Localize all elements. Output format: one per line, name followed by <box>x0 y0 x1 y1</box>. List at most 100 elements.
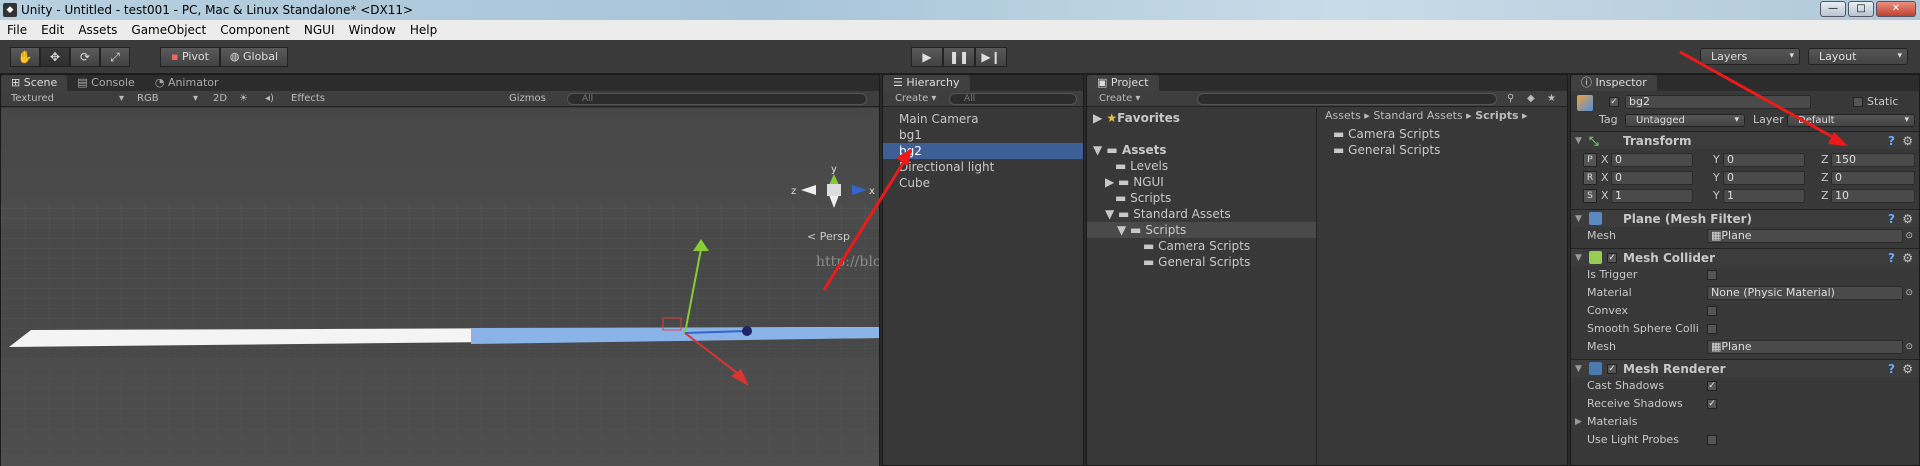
collider-mesh-field[interactable]: ▦Plane <box>1707 340 1903 354</box>
filter-type-icon[interactable]: ⚲ <box>1507 91 1514 106</box>
tab-console[interactable]: ▤ Console <box>67 75 145 91</box>
gizmos-dropdown[interactable]: Gizmos <box>509 91 546 106</box>
help-icon[interactable]: ? <box>1888 132 1895 150</box>
hierarchy-item-selected[interactable]: bg2 <box>883 143 1083 159</box>
move-gizmo-z-arrow-icon[interactable] <box>742 326 752 336</box>
play-button[interactable]: ▶ <box>911 47 943 67</box>
rotate-tool-icon[interactable]: ⟳ <box>70 47 100 67</box>
close-button[interactable]: ✕ <box>1876 1 1916 17</box>
audio-icon[interactable]: ◂) <box>265 91 274 106</box>
layers-dropdown[interactable]: Layers <box>1700 48 1800 65</box>
materials-row[interactable]: ▶ Materials <box>1571 413 1919 431</box>
menu-component[interactable]: Component <box>213 23 297 37</box>
object-picker-icon[interactable]: ⊙ <box>1905 227 1913 245</box>
layer-dropdown[interactable]: Default <box>1787 114 1915 127</box>
mesh-filter-mesh-field[interactable]: ▦Plane <box>1707 229 1903 243</box>
gear-icon[interactable]: ⚙ <box>1902 249 1913 267</box>
tree-folder-general-scripts[interactable]: ▬ General Scripts <box>1087 254 1250 270</box>
menu-edit[interactable]: Edit <box>34 23 71 37</box>
hierarchy-create-dropdown[interactable]: Create ▾ <box>895 91 936 106</box>
move-tool-icon[interactable]: ✥ <box>40 47 70 67</box>
hierarchy-search-input[interactable]: All <box>949 93 1077 105</box>
gear-icon[interactable]: ⚙ <box>1902 360 1913 378</box>
cast-shadows-checkbox[interactable]: ✓ <box>1707 381 1717 391</box>
tag-dropdown[interactable]: Untagged <box>1625 114 1745 127</box>
rotation-x-field[interactable]: 0 <box>1611 171 1693 185</box>
tab-project[interactable]: ▣ Project <box>1087 75 1159 91</box>
tree-folder-camera-scripts[interactable]: ▬ Camera Scripts <box>1087 238 1250 254</box>
hierarchy-item[interactable]: Cube <box>883 175 1083 191</box>
object-picker-icon[interactable]: ⊙ <box>1905 338 1913 356</box>
hierarchy-item[interactable]: Main Camera <box>883 111 1083 127</box>
rotation-reset-button[interactable]: R <box>1583 171 1597 185</box>
menu-file[interactable]: File <box>0 23 34 37</box>
help-icon[interactable]: ? <box>1888 360 1895 378</box>
scene-viewport[interactable]: y z x < Persp http://blog.csdn.net/subsy… <box>1 108 879 466</box>
filter-label-icon[interactable]: ◆ <box>1527 91 1535 106</box>
favorites-folder[interactable]: ▶ ★Favorites <box>1087 110 1180 126</box>
maximize-button[interactable]: □ <box>1848 1 1874 17</box>
favorite-star-icon[interactable]: ★ <box>1547 91 1556 106</box>
fold-arrow-icon[interactable]: ▼ <box>1575 132 1582 150</box>
scale-reset-button[interactable]: S <box>1583 189 1597 203</box>
breadcrumb-standard-assets[interactable]: Standard Assets <box>1373 109 1462 122</box>
rotation-z-field[interactable]: 0 <box>1831 171 1915 185</box>
tree-folder-levels[interactable]: ▬ Levels <box>1087 158 1168 174</box>
tab-animator[interactable]: ◔ Animator <box>144 75 229 91</box>
menu-ngui[interactable]: NGUI <box>297 23 342 37</box>
position-z-field[interactable]: 150 <box>1831 153 1915 167</box>
scene-search-input[interactable]: All <box>567 93 867 105</box>
object-name-field[interactable]: bg2 <box>1625 95 1811 109</box>
receive-shadows-checkbox[interactable]: ✓ <box>1707 399 1717 409</box>
menu-window[interactable]: Window <box>342 23 403 37</box>
hand-tool-icon[interactable]: ✋ <box>10 47 40 67</box>
static-checkbox[interactable] <box>1853 97 1863 107</box>
minimize-button[interactable]: — <box>1820 1 1846 17</box>
scale-y-field[interactable]: 1 <box>1723 189 1805 203</box>
tree-folder-scripts[interactable]: ▬ Scripts <box>1087 190 1171 206</box>
menu-assets[interactable]: Assets <box>71 23 124 37</box>
mesh-collider-enabled-checkbox[interactable]: ✓ <box>1607 253 1617 263</box>
tab-scene[interactable]: ⊞ Scene <box>1 75 68 91</box>
pause-button[interactable]: ❚❚ <box>943 47 975 67</box>
mesh-filter-header[interactable]: ▼ Plane (Mesh Filter) ? ⚙ <box>1571 209 1919 227</box>
tree-folder-standard-assets[interactable]: ▼ ▬ Standard Assets <box>1087 206 1231 222</box>
tab-inspector[interactable]: ⓘ Inspector <box>1571 75 1657 91</box>
smooth-sphere-checkbox[interactable] <box>1707 324 1717 334</box>
breadcrumb-assets[interactable]: Assets <box>1325 109 1361 122</box>
physic-material-field[interactable]: None (Physic Material) <box>1707 286 1903 300</box>
assets-folder[interactable]: ▼ ▬ Assets <box>1087 142 1167 158</box>
rotation-y-field[interactable]: 0 <box>1723 171 1805 185</box>
effects-dropdown[interactable]: Effects <box>291 91 325 106</box>
menu-help[interactable]: Help <box>403 23 444 37</box>
position-x-field[interactable]: 0 <box>1611 153 1693 167</box>
gear-icon[interactable]: ⚙ <box>1902 210 1913 228</box>
mesh-renderer-header[interactable]: ▼ ✓ Mesh Renderer ? ⚙ <box>1571 359 1919 377</box>
pivot-button[interactable]: ▪ Pivot <box>160 47 220 67</box>
tree-folder-scripts-selected[interactable]: ▼ ▬ Scripts <box>1087 222 1316 238</box>
fold-arrow-icon[interactable]: ▼ <box>1575 249 1582 267</box>
fold-arrow-icon[interactable]: ▼ <box>1575 210 1582 228</box>
scale-x-field[interactable]: 1 <box>1611 189 1693 203</box>
help-icon[interactable]: ? <box>1888 210 1895 228</box>
file-camera-scripts[interactable]: ▬ Camera Scripts <box>1333 126 1440 142</box>
lighting-icon[interactable]: ☀ <box>239 91 248 106</box>
file-general-scripts[interactable]: ▬ General Scripts <box>1333 142 1440 158</box>
object-picker-icon[interactable]: ⊙ <box>1905 284 1913 302</box>
tab-hierarchy[interactable]: ☰ Hierarchy <box>883 75 970 91</box>
scale-z-field[interactable]: 10 <box>1831 189 1915 203</box>
scale-tool-icon[interactable]: ⤢ <box>100 47 130 67</box>
breadcrumb-scripts[interactable]: Scripts <box>1475 109 1518 122</box>
project-create-dropdown[interactable]: Create ▾ <box>1099 91 1140 106</box>
fold-arrow-icon[interactable]: ▼ <box>1575 360 1582 378</box>
active-checkbox[interactable]: ✓ <box>1609 97 1619 107</box>
project-search-input[interactable] <box>1197 93 1497 105</box>
gear-icon[interactable]: ⚙ <box>1902 132 1913 150</box>
hierarchy-item[interactable]: bg1 <box>883 127 1083 143</box>
position-reset-button[interactable]: P <box>1583 153 1597 167</box>
layout-dropdown[interactable]: Layout <box>1808 48 1908 65</box>
color-mode-dropdown[interactable]: RGB <box>137 91 159 106</box>
transform-header[interactable]: ▼ ⤡ Transform ? ⚙ <box>1571 131 1919 149</box>
convex-checkbox[interactable] <box>1707 306 1717 316</box>
position-y-field[interactable]: 0 <box>1723 153 1805 167</box>
